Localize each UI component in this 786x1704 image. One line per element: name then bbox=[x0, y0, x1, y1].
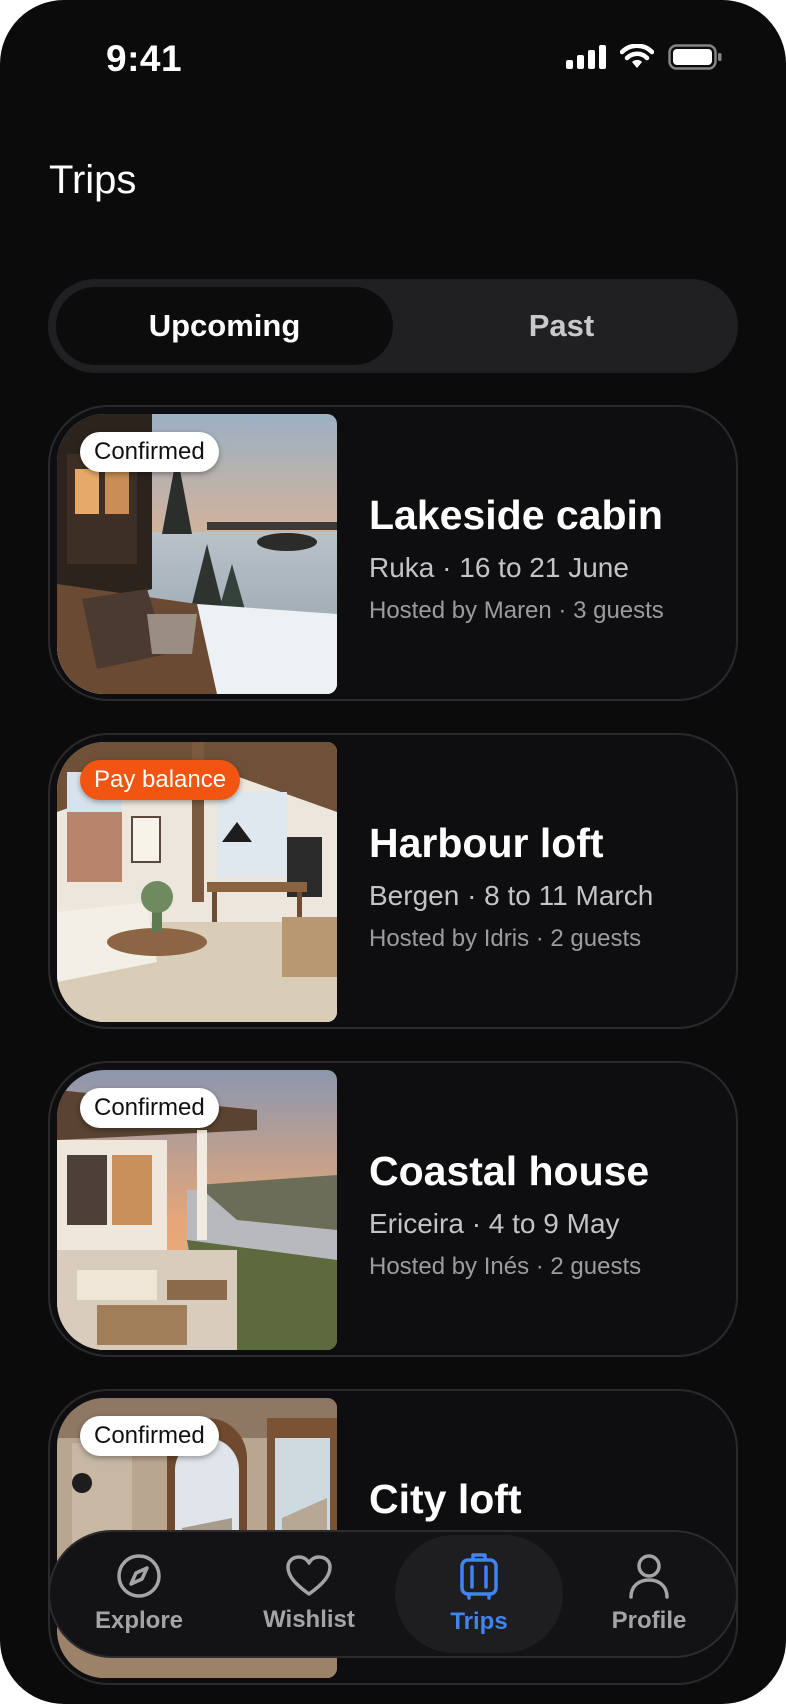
status-badge: Confirmed bbox=[80, 1416, 219, 1456]
signal-icon bbox=[566, 45, 606, 69]
trip-host-guests: Hosted by Maren · 3 guests bbox=[369, 597, 664, 624]
trip-title: Lakeside cabin bbox=[369, 492, 663, 538]
trip-host-guests: Hosted by Inés · 2 guests bbox=[369, 1253, 642, 1280]
tab-upcoming[interactable]: Upcoming bbox=[56, 287, 393, 365]
trip-location-dates: Bergen · 8 to 11 March bbox=[369, 880, 654, 911]
tab-past[interactable]: Past bbox=[393, 287, 730, 365]
tab-explore[interactable]: Explore bbox=[55, 1532, 223, 1656]
tab-label: Profile bbox=[611, 1607, 687, 1634]
trip-title: City loft bbox=[369, 1476, 522, 1522]
trip-card[interactable]: Confirmed Coastal house Ericeira · 4 to … bbox=[48, 1061, 738, 1357]
trip-card[interactable]: Pay balance Harbour loft Bergen · 8 to 1… bbox=[48, 733, 738, 1029]
tab-wishlist[interactable]: Wishlist bbox=[225, 1532, 393, 1656]
tab-label: Explore bbox=[94, 1607, 184, 1634]
page-title: Trips bbox=[49, 158, 137, 202]
tab-label: Trips bbox=[450, 1608, 508, 1635]
tab-trips[interactable]: Trips bbox=[395, 1535, 563, 1653]
tab-label: Wishlist bbox=[263, 1606, 355, 1633]
status-badge: Confirmed bbox=[80, 1088, 219, 1128]
wifi-icon bbox=[620, 44, 654, 68]
bottom-tab-bar: Explore Wishlist Trips Profile bbox=[48, 1530, 738, 1658]
trip-title: Harbour loft bbox=[369, 820, 604, 866]
phone-screen: 9:41 Trips Upcoming Past Confirmed Lakes… bbox=[0, 0, 786, 1704]
tab-profile[interactable]: Profile bbox=[565, 1532, 733, 1656]
trip-card[interactable]: Confirmed Lakeside cabin Ruka · 16 to 21… bbox=[48, 405, 738, 701]
person-icon bbox=[629, 1554, 669, 1599]
trip-host-guests: Hosted by Idris · 2 guests bbox=[369, 925, 642, 952]
suitcase-icon bbox=[460, 1553, 498, 1600]
compass-icon bbox=[117, 1554, 161, 1598]
status-time: 9:41 bbox=[106, 38, 183, 79]
battery-icon bbox=[668, 44, 722, 70]
heart-icon bbox=[286, 1555, 332, 1596]
status-icons bbox=[566, 44, 722, 70]
status-badge: Confirmed bbox=[80, 432, 219, 472]
trip-location-dates: Ericeira · 4 to 9 May bbox=[369, 1208, 620, 1239]
status-badge: Pay balance bbox=[80, 760, 241, 800]
trips-segmented-control: Upcoming Past bbox=[48, 279, 738, 373]
trip-location-dates: Ruka · 16 to 21 June bbox=[369, 552, 629, 583]
trip-title: Coastal house bbox=[369, 1148, 650, 1194]
